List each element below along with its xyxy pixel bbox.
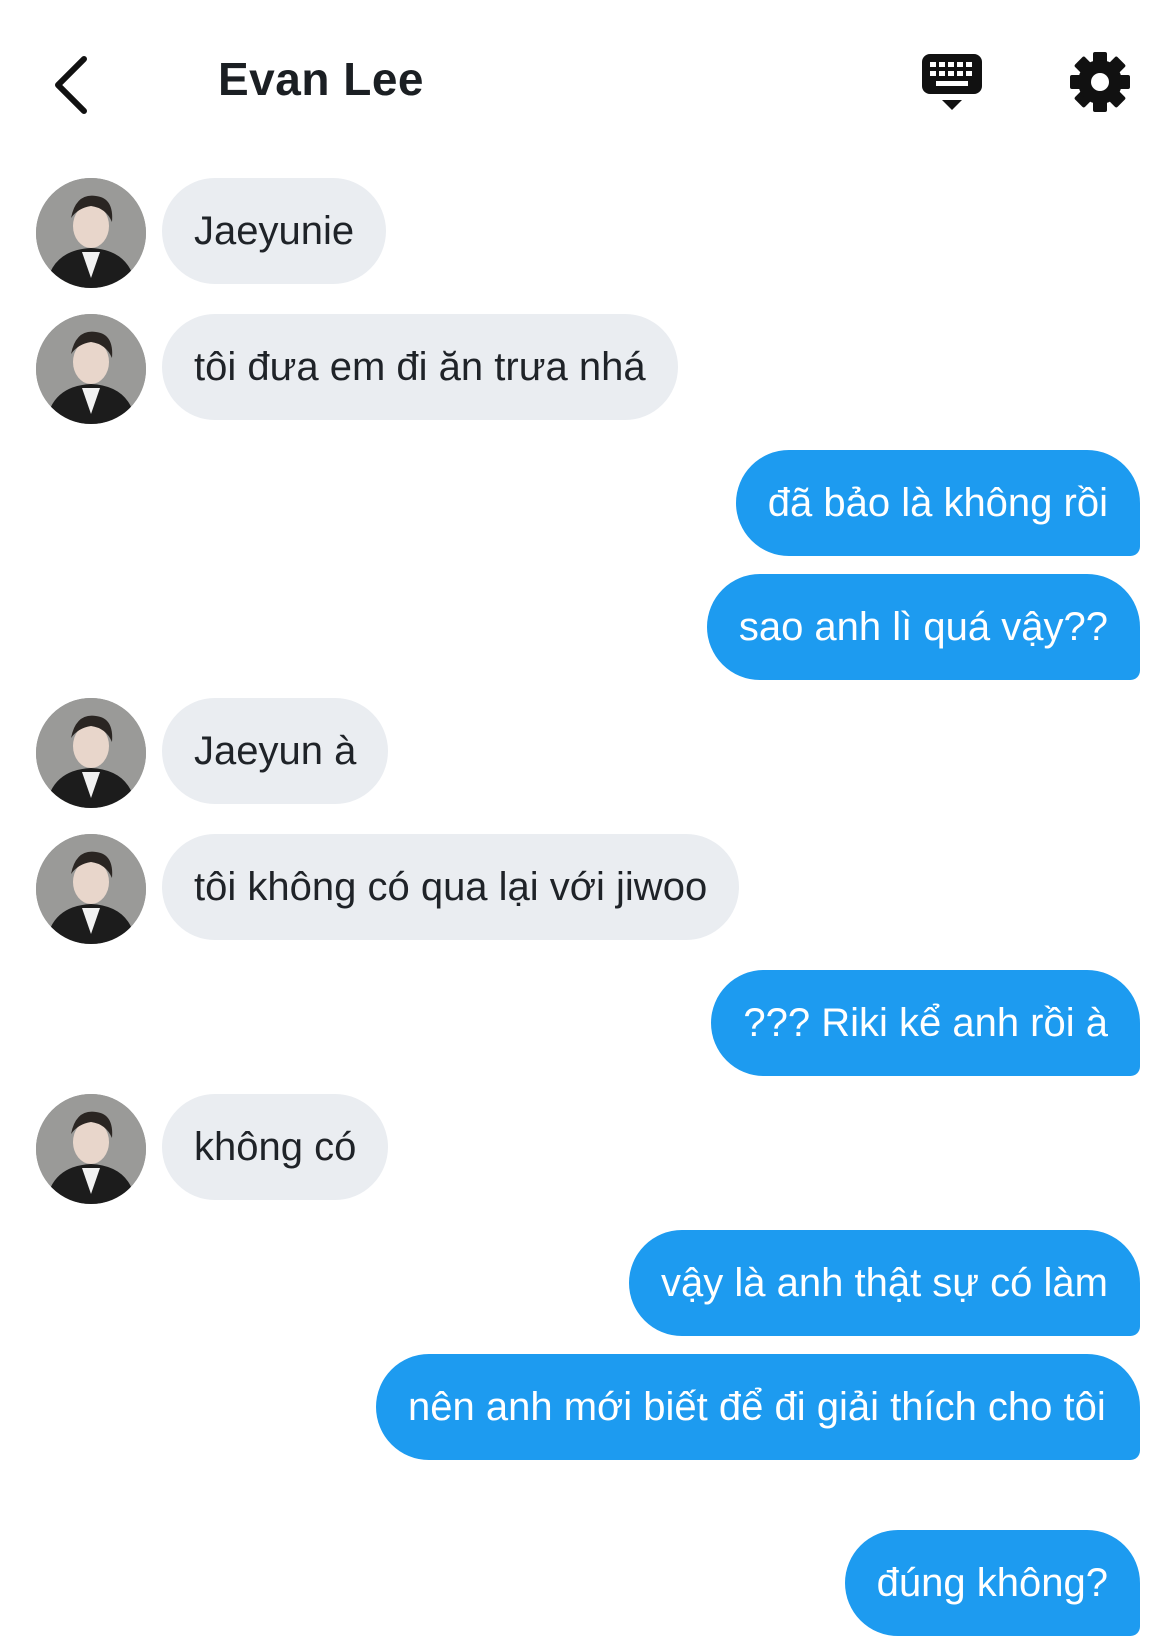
avatar[interactable] (36, 698, 146, 808)
avatar[interactable] (36, 834, 146, 944)
message-bubble-incoming: Jaeyun à (162, 698, 389, 804)
gear-icon (1070, 52, 1130, 112)
message-bubble-outgoing: sao anh lì quá vậy?? (706, 574, 1140, 680)
message-bubble-outgoing: đã bảo là không rồi (735, 450, 1140, 556)
keyboard-button[interactable] (920, 50, 990, 120)
message-bubble-incoming: tôi đưa em đi ăn trưa nhá (162, 314, 678, 420)
avatar[interactable] (36, 1094, 146, 1204)
message-bubble-outgoing: nên anh mới biết để đi giải thích cho tô… (376, 1354, 1140, 1460)
keyboard-icon (922, 54, 982, 110)
chevron-left-icon (55, 56, 87, 114)
message-bubble-incoming: không có (162, 1094, 389, 1200)
message-bubble-incoming: Jaeyunie (162, 178, 387, 284)
settings-button[interactable] (1068, 50, 1138, 120)
message-bubble-outgoing: vậy là anh thật sự có làm (629, 1230, 1140, 1336)
avatar[interactable] (36, 314, 146, 424)
back-button[interactable] (40, 50, 100, 120)
message-bubble-outgoing: ??? Riki kể anh rồi à (711, 970, 1140, 1076)
message-bubble-outgoing: đúng không? (844, 1530, 1140, 1636)
chat-header: Evan Lee (0, 0, 1170, 170)
message-bubble-incoming: tôi không có qua lại với jiwoo (162, 834, 740, 940)
chat-title: Evan Lee (218, 53, 424, 105)
avatar[interactable] (36, 178, 146, 288)
